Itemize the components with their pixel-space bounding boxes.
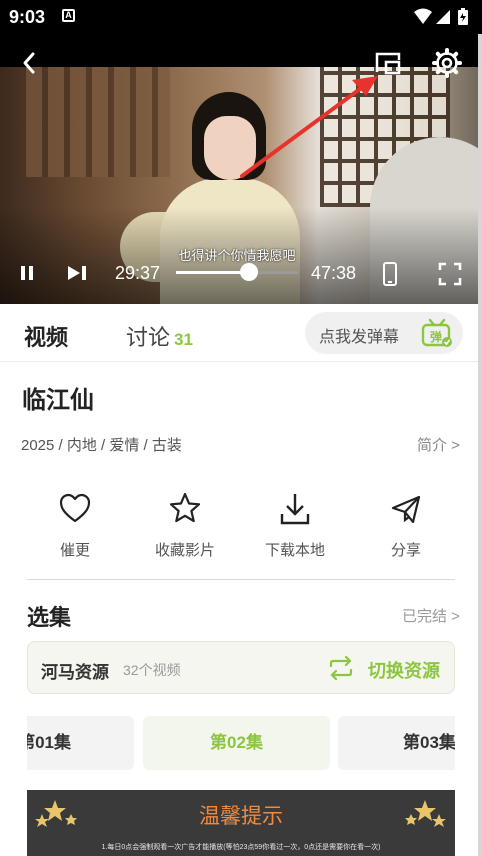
pip-icon — [375, 52, 401, 75]
favorite-button[interactable]: 收藏影片 — [135, 490, 235, 566]
phone-portrait-icon — [383, 262, 397, 286]
notice-banner: 温馨提示 1.每日0点会强制观看一次广告才能播放(等怕23点59你看过一次，0点… — [27, 790, 455, 856]
download-label: 下载本地 — [264, 542, 325, 559]
episodes-heading: 选集 — [27, 605, 72, 630]
source-selector[interactable]: 河马资源 32个视频 切换资源 — [27, 641, 455, 694]
source-count: 32个视频 — [123, 662, 181, 678]
tab-video[interactable]: 视频 — [24, 320, 68, 352]
status-time: 9:03 — [9, 7, 46, 27]
video-player[interactable]: 也得讲个你情我愿吧 29:37 47:38 — [0, 34, 482, 304]
switch-source-button[interactable]: 切换资源 — [368, 657, 440, 683]
pause-button[interactable] — [14, 260, 40, 286]
pause-icon — [21, 266, 33, 280]
download-icon — [280, 494, 310, 525]
share-icon — [391, 495, 421, 524]
share-button[interactable]: 分享 — [356, 490, 456, 566]
section-divider — [27, 579, 455, 580]
fullscreen-button[interactable] — [436, 260, 464, 288]
download-button[interactable]: 下载本地 — [245, 490, 345, 566]
completed-status[interactable]: 已完结 > — [402, 605, 460, 626]
intro-link[interactable]: 简介 > — [417, 434, 460, 455]
notice-title: 温馨提示 — [199, 805, 283, 828]
status-icons — [414, 8, 476, 26]
next-episode-button[interactable] — [64, 260, 90, 286]
progress-fill — [176, 271, 250, 274]
wifi-icon — [414, 8, 432, 24]
battery-icon — [458, 8, 468, 25]
danmaku-prompt: 点我发弹幕 — [319, 329, 400, 346]
tab-discussion-label: 讨论 — [126, 325, 171, 350]
discussion-count: 31 — [174, 330, 193, 349]
remind-update-button[interactable]: 催更 — [25, 490, 125, 566]
picture-in-picture-button[interactable] — [372, 48, 404, 78]
scroll-edge — [478, 34, 482, 856]
show-title: 临江仙 — [22, 387, 94, 414]
chevron-left-icon — [23, 52, 35, 74]
switch-arrows-icon — [329, 656, 353, 680]
progress-slider[interactable] — [176, 263, 298, 281]
total-time: 47:38 — [311, 263, 357, 283]
show-meta: 2025 / 内地 / 爱情 / 古装 — [21, 437, 182, 454]
action-row: 催更 收藏影片 下载本地 分享 — [20, 490, 462, 570]
notification-a-icon: A — [62, 9, 75, 22]
episode-item[interactable]: 第03集 — [338, 716, 455, 770]
remind-update-label: 催更 — [59, 542, 90, 559]
stars-decoration-icon — [405, 800, 446, 827]
tab-discussion[interactable]: 讨论 31 — [126, 320, 193, 352]
danmaku-icon-text: 弹 — [430, 329, 442, 344]
back-button[interactable] — [14, 48, 44, 78]
episode-item[interactable]: 第01集 — [27, 716, 134, 770]
favorite-label: 收藏影片 — [154, 542, 215, 559]
danmaku-tv-icon: 弹 — [421, 318, 452, 347]
episode-list: 第01集 第02集 第03集 — [27, 716, 455, 770]
star-icon — [170, 492, 200, 523]
rotate-portrait-button[interactable] — [380, 260, 400, 288]
source-name: 河马资源 — [41, 663, 109, 682]
danmaku-input-button[interactable]: 点我发弹幕 弹 — [305, 312, 463, 354]
settings-button[interactable] — [430, 46, 464, 80]
share-label: 分享 — [390, 542, 421, 559]
scene-wall — [20, 67, 170, 177]
gear-icon — [432, 48, 462, 78]
current-time: 29:37 — [115, 263, 161, 283]
signal-icon — [436, 10, 450, 24]
heart-icon — [60, 493, 90, 523]
status-bar: 9:03 A — [0, 0, 482, 34]
detail-tabs: 视频 讨论 31 点我发弹幕 弹 — [0, 304, 482, 362]
episode-item-active[interactable]: 第02集 — [143, 716, 330, 770]
fullscreen-icon — [438, 262, 462, 286]
skip-next-icon — [68, 266, 86, 280]
notice-text: 1.每日0点会强制观看一次广告才能播放(等怕23点59你看过一次，0点还是需要你… — [101, 844, 381, 851]
